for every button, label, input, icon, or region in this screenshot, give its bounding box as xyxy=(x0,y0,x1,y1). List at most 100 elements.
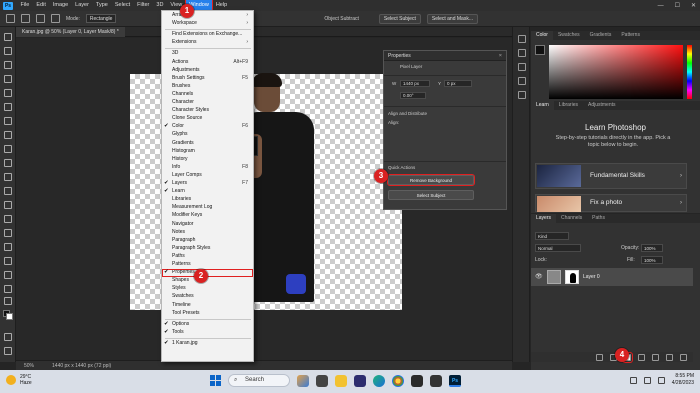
layer-name[interactable]: Layer 0 xyxy=(583,268,600,286)
window-menu-item-learn[interactable]: ✔ Learn xyxy=(162,188,253,196)
tab-color[interactable]: Color xyxy=(531,31,553,40)
window-menu-item-character-styles[interactable]: Character Styles xyxy=(162,107,253,115)
volume-icon[interactable] xyxy=(657,376,665,384)
clone-stamp-tool-icon[interactable] xyxy=(4,159,12,167)
layer-thumbnail[interactable] xyxy=(547,270,561,284)
window-menu-item-brush-settings[interactable]: Brush Settings F5 xyxy=(162,75,253,83)
hue-slider[interactable] xyxy=(687,45,692,99)
actions-panel-icon[interactable] xyxy=(518,91,526,99)
background-color-swatch[interactable] xyxy=(6,313,13,320)
tab-adjustments[interactable]: Adjustments xyxy=(583,101,621,110)
crop-tool-icon[interactable] xyxy=(4,89,12,97)
window-menu-item-find-extensions-on-exchange[interactable]: Find Extensions on Exchange... xyxy=(162,31,253,39)
select-and-mask-button[interactable]: Select and Mask... xyxy=(426,13,478,24)
opacity-field[interactable]: 100% xyxy=(641,244,663,252)
screen-mode-icon[interactable] xyxy=(4,347,12,355)
eraser-tool-icon[interactable] xyxy=(4,187,12,195)
clock[interactable]: 8:55 PM 4/28/2023 xyxy=(672,373,694,387)
history-brush-tool-icon[interactable] xyxy=(4,173,12,181)
window-menu-item-paths[interactable]: Paths xyxy=(162,253,253,261)
zoom-level[interactable]: 50% xyxy=(24,363,34,369)
window-menu-item-histogram[interactable]: Histogram xyxy=(162,148,253,156)
path-selection-tool-icon[interactable] xyxy=(4,271,12,279)
window-menu-item-arrange[interactable]: Arrange› xyxy=(162,12,253,20)
window-menu-item-measurement-log[interactable]: Measurement Log xyxy=(162,204,253,212)
pen-tool-icon[interactable] xyxy=(4,243,12,251)
tab-gradients[interactable]: Gradients xyxy=(585,31,617,40)
window-menu-item-tools[interactable]: ✔ Tools xyxy=(162,329,253,337)
angle-field[interactable]: 0.00° xyxy=(400,92,426,99)
app-icon[interactable] xyxy=(430,374,442,387)
chrome-icon[interactable] xyxy=(392,374,404,387)
color-swatch[interactable] xyxy=(535,45,545,55)
window-menu-item-3d[interactable]: 3D xyxy=(162,50,253,58)
learn-card-fundamental-skills[interactable]: Fundamental Skills › xyxy=(535,163,687,189)
window-menu-item-glyphs[interactable]: Glyphs xyxy=(162,131,253,139)
select-subject-button[interactable]: Select Subject xyxy=(378,13,421,24)
maximize-icon[interactable]: ☐ xyxy=(675,2,680,9)
trash-icon[interactable] xyxy=(680,353,687,361)
window-menu-item-info[interactable]: Info F8 xyxy=(162,164,253,172)
menu-select[interactable]: Select xyxy=(111,0,133,11)
object-selection-tool-icon[interactable] xyxy=(4,75,12,83)
window-menu-item-character[interactable]: Character xyxy=(162,99,253,107)
tab-learn[interactable]: Learn xyxy=(531,101,554,110)
remove-background-button[interactable]: Remove Background xyxy=(387,174,475,186)
quick-mask-icon[interactable] xyxy=(4,333,12,341)
app-icon[interactable] xyxy=(316,374,328,387)
photoshop-taskbar-icon[interactable]: Ps xyxy=(449,374,461,387)
window-menu-item-adjustments[interactable]: Adjustments xyxy=(162,67,253,75)
tab-swatches[interactable]: Swatches xyxy=(553,31,585,40)
edge-icon[interactable] xyxy=(373,374,385,387)
tab-paths[interactable]: Paths xyxy=(587,214,610,223)
minimize-icon[interactable]: — xyxy=(658,3,664,9)
healing-brush-tool-icon[interactable] xyxy=(4,131,12,139)
window-menu-item-extensions[interactable]: Extensions › xyxy=(162,39,253,47)
select-subject-button[interactable]: Select Subject xyxy=(388,190,474,200)
type-tool-icon[interactable] xyxy=(4,257,12,265)
menu-layer[interactable]: Layer xyxy=(72,0,93,11)
taskbar-search[interactable]: ⌕ Search xyxy=(228,374,290,387)
window-menu-item-navigator[interactable]: Navigator xyxy=(162,221,253,229)
y-field[interactable]: 0 px xyxy=(444,80,472,87)
menu-file[interactable]: File xyxy=(17,0,33,11)
tab-layers[interactable]: Layers xyxy=(531,214,557,223)
window-menu-item-history[interactable]: History xyxy=(162,156,253,164)
window-menu-item-libraries[interactable]: Libraries xyxy=(162,196,253,204)
color-picker-field[interactable] xyxy=(549,45,683,99)
link-layers-icon[interactable] xyxy=(596,353,603,361)
window-menu-item-timeline[interactable]: Timeline xyxy=(162,302,253,310)
home-icon[interactable] xyxy=(6,14,15,23)
properties-close-icon[interactable]: × xyxy=(499,51,502,61)
weather-widget[interactable]: 29°C Haze xyxy=(6,374,32,386)
window-menu-item-options[interactable]: ✔ Options xyxy=(162,321,253,329)
chevron-up-icon[interactable] xyxy=(629,376,637,384)
file-explorer-icon[interactable] xyxy=(335,374,347,387)
widgets-app-icon[interactable] xyxy=(297,374,309,387)
window-menu-item-tool-presets[interactable]: Tool Presets xyxy=(162,310,253,318)
window-menu-item-swatches[interactable]: Swatches xyxy=(162,293,253,301)
tab-patterns[interactable]: Patterns xyxy=(616,31,645,40)
lasso-tool-icon[interactable] xyxy=(4,61,12,69)
object-subtract-toggle[interactable]: Object Subtract xyxy=(324,16,358,22)
blend-mode-select[interactable]: Normal xyxy=(535,244,581,252)
menu-image[interactable]: Image xyxy=(49,0,71,11)
window-menu-item-workspace[interactable]: Workspace › xyxy=(162,20,253,28)
hand-tool-icon[interactable] xyxy=(4,285,12,293)
adjustment-layer-icon[interactable] xyxy=(638,353,645,361)
frame-tool-icon[interactable] xyxy=(4,103,12,111)
blur-tool-icon[interactable] xyxy=(4,215,12,223)
eyedropper-tool-icon[interactable] xyxy=(4,117,12,125)
window-menu-item-channels[interactable]: Channels xyxy=(162,91,253,99)
window-menu-item-color[interactable]: ✔ Color F6 xyxy=(162,123,253,131)
window-menu-item-layers[interactable]: ✔ Layers F7 xyxy=(162,180,253,188)
learn-card-fix-a-photo[interactable]: Fix a photo › xyxy=(535,194,687,212)
window-menu-item-gradients[interactable]: Gradients xyxy=(162,140,253,148)
history-panel-icon[interactable] xyxy=(518,35,526,43)
window-menu-item-modifier-keys[interactable]: Modifier Keys xyxy=(162,212,253,220)
close-icon[interactable]: ✕ xyxy=(691,2,696,9)
window-menu-item-styles[interactable]: Styles xyxy=(162,285,253,293)
menu-edit[interactable]: Edit xyxy=(33,0,49,11)
app-icon[interactable] xyxy=(354,374,366,387)
tab-libraries[interactable]: Libraries xyxy=(554,101,583,110)
